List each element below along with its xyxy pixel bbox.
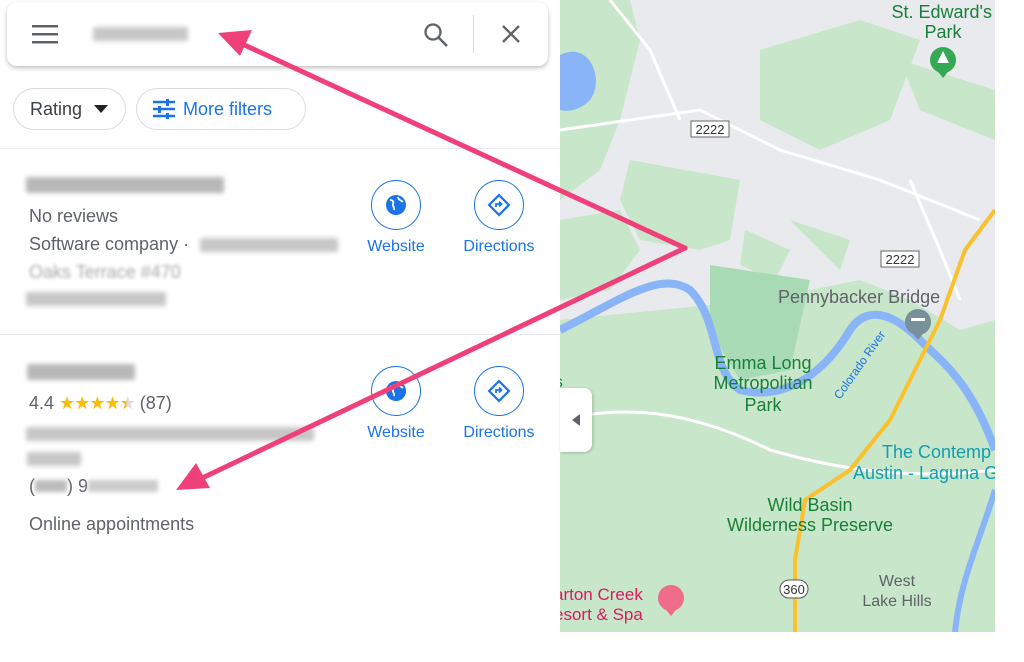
phone-redacted [88,480,159,492]
map[interactable]: 2222 2222 360 St. Edward's Park Pennybac… [560,0,995,632]
close-icon[interactable] [501,24,521,44]
map-label-wild-basin[interactable]: Wilderness Preserve [727,515,893,535]
globe-icon [386,381,406,401]
svg-text:2222: 2222 [696,122,725,137]
divider [0,148,560,149]
rating-value: 4.4 [29,393,55,413]
directions-icon [487,193,511,217]
more-filters-label: More filters [183,98,273,119]
phone-redacted [35,480,67,492]
result-phone: () 9 [29,476,159,497]
result-address-line: Oaks Terrace #470 [29,262,181,282]
results-panel: Rating More filters No reviews Software … [0,0,560,662]
directions-label: Directions [463,238,535,255]
search-divider [473,15,474,53]
result-title-redacted[interactable] [27,364,135,380]
result-category: Software company · [29,234,190,254]
directions-button[interactable]: Directions [444,366,554,442]
hamburger-menu-icon[interactable] [32,24,58,44]
map-label-emma-long[interactable]: Metropolitan [713,373,812,393]
svg-text:360: 360 [783,582,805,597]
map-label-contemporary[interactable]: The Contemp [882,442,991,462]
rating-filter-chip[interactable]: Rating [13,88,126,130]
result-rating-row: 4.4 ★★★★★ (87) [29,393,172,414]
road-shield-2222: 2222 [690,120,730,138]
result-title-redacted[interactable] [26,177,224,193]
phone-visible: ) 9 [67,476,89,496]
map-label-barton-creek[interactable]: arton Creek [560,585,643,604]
divider [0,334,560,335]
dropdown-arrow-icon [94,105,109,113]
website-label: Website [367,238,425,255]
map-label-contemporary[interactable]: Austin - Laguna G [853,463,995,483]
map-label-west-lake-hills[interactable]: Lake Hills [862,593,931,610]
star-rating-icon: ★★★★★ [59,393,136,413]
website-label: Website [367,424,425,441]
map-label-st-edwards[interactable]: St. Edward's [892,2,992,22]
map-label-pennybacker[interactable]: Pennybacker Bridge [778,287,940,307]
rating-filter-label: Rating [30,98,83,119]
result-phone-redacted [26,292,166,306]
search-query-redacted[interactable] [93,27,188,41]
map-label-west-lake-hills[interactable]: West [879,573,916,590]
globe-icon [386,195,406,215]
review-count: (87) [139,393,172,413]
result-reviews: No reviews [29,206,119,226]
directions-icon [487,379,511,403]
online-appointments: Online appointments [29,514,195,534]
map-label-st-edwards[interactable]: Park [924,22,962,42]
chevron-left-icon [572,414,580,426]
collapse-panel-button[interactable] [560,388,592,452]
svg-text:2222: 2222 [886,252,915,267]
website-button[interactable]: Website [341,366,451,442]
map-label-wild-basin[interactable]: Wild Basin [767,495,852,515]
map-label-barton-creek[interactable]: esort & Spa [560,605,643,624]
search-icon[interactable] [423,22,449,48]
result-suite-redacted [27,452,81,466]
map-label-emma-long[interactable]: Park [744,395,782,415]
result-address-redacted [200,238,338,252]
road-shield-2222: 2222 [880,250,920,268]
filter-sliders-icon [153,99,175,119]
website-button[interactable]: Website [341,180,451,256]
map-label-emma-long[interactable]: Emma Long [714,353,811,373]
more-filters-chip[interactable]: More filters [136,88,306,130]
road-shield-360: 360 [779,579,809,599]
search-box[interactable] [7,2,548,66]
result-category-address-redacted [26,427,314,441]
directions-label: Directions [463,424,535,441]
directions-button[interactable]: Directions [444,180,554,256]
